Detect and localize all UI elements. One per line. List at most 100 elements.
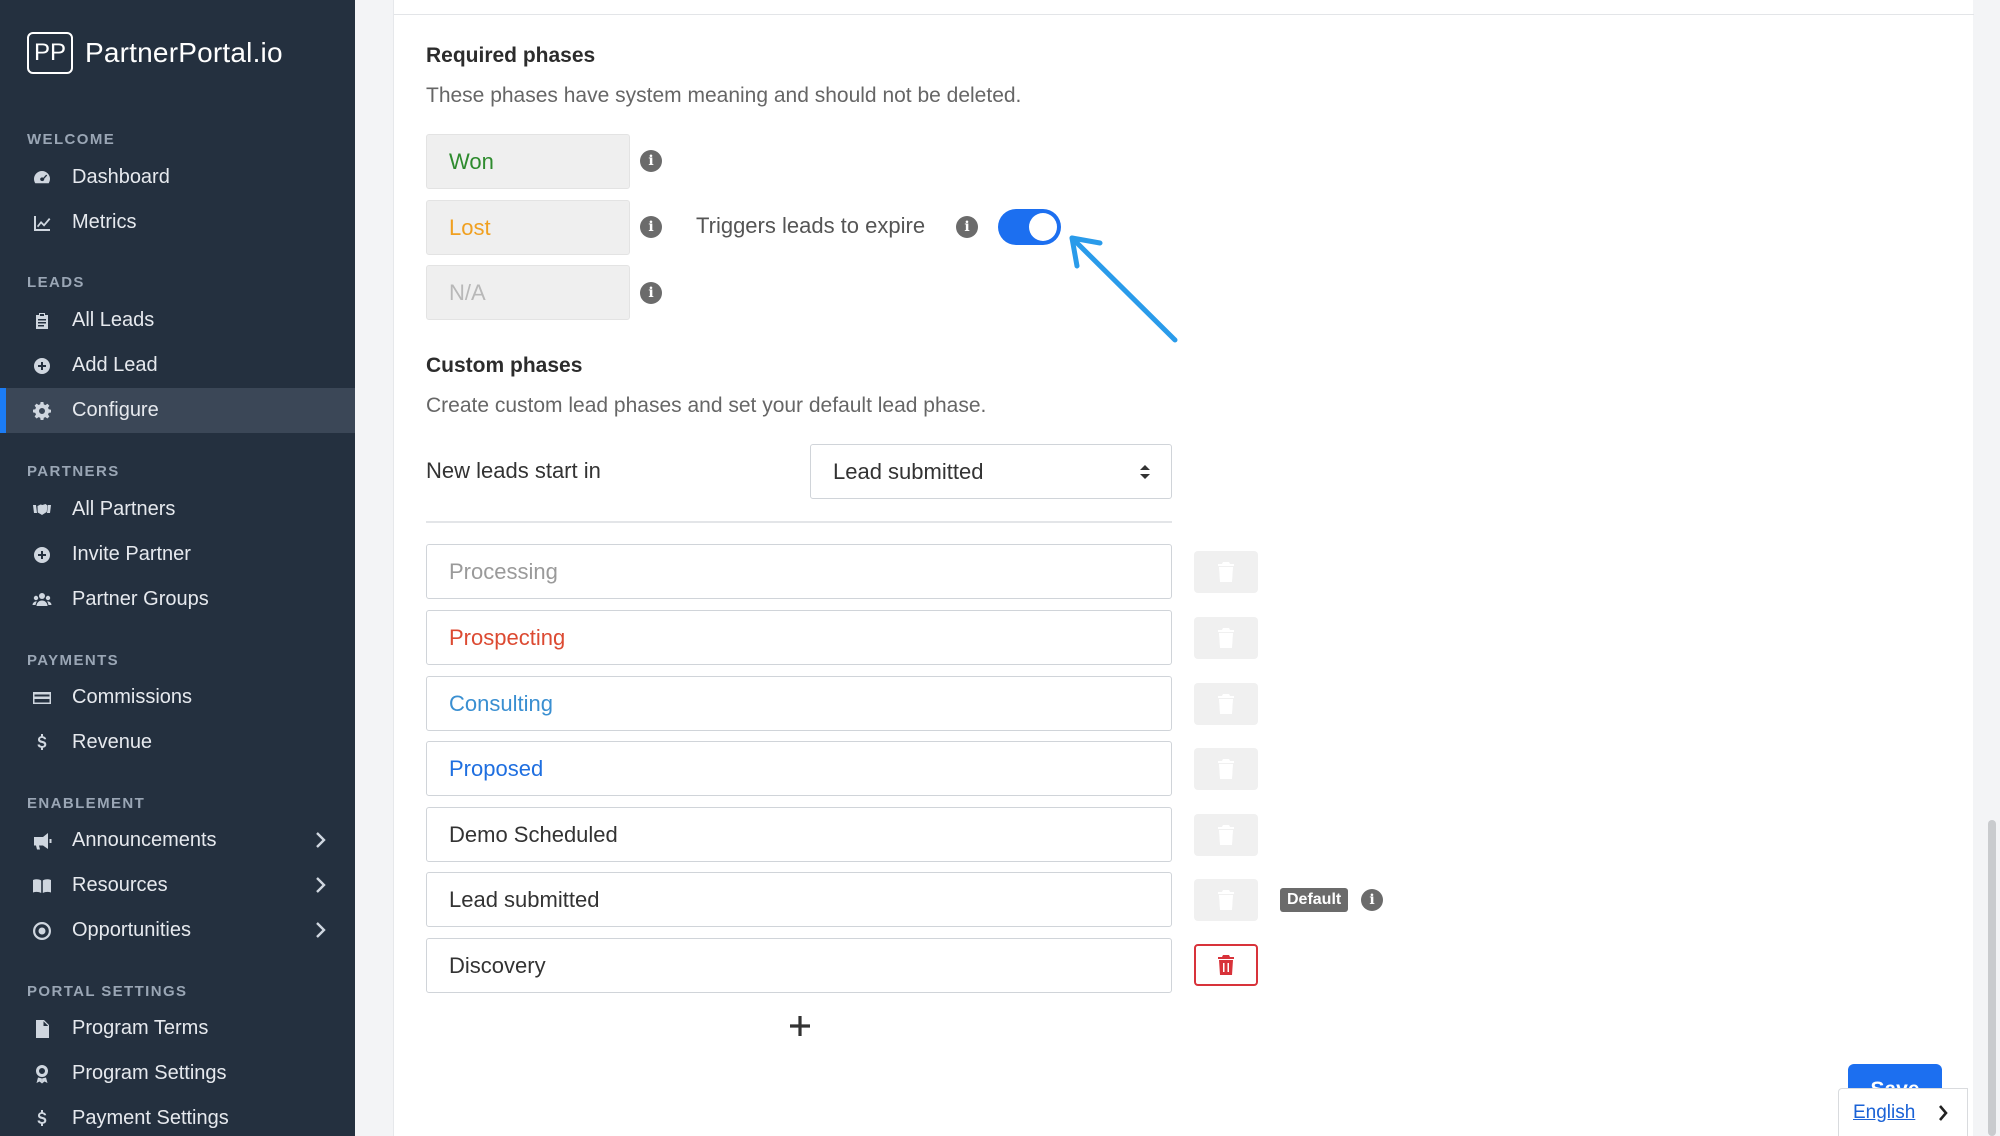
sidebar-item-opportunities[interactable]: Opportunities (0, 908, 355, 953)
annotation-arrow (1069, 235, 1178, 343)
phase-lost: Lost (426, 200, 630, 255)
phase-label: Consulting (449, 690, 553, 716)
info-icon[interactable]: i (640, 216, 662, 238)
delete-button[interactable] (1194, 617, 1258, 659)
delete-button[interactable] (1194, 683, 1258, 725)
brand-logo: PP (27, 32, 73, 74)
sidebar-item-label: Configure (72, 399, 159, 421)
dashboard-icon (30, 168, 54, 188)
select-value: Lead submitted (833, 458, 984, 484)
section-label-enablement: ENABLEMENT (27, 795, 146, 812)
sidebar-item-invite-partner[interactable]: Invite Partner (0, 532, 355, 577)
phase-input[interactable]: Lead submitted (426, 872, 1172, 927)
section-label-welcome: WELCOME (27, 131, 116, 148)
phase-label: Processing (449, 558, 558, 584)
sort-caret-icon (1140, 465, 1150, 479)
target-icon (30, 921, 54, 941)
phase-input[interactable]: Processing (426, 544, 1172, 599)
phase-input[interactable]: Demo Scheduled (426, 807, 1172, 862)
handshake-icon (30, 500, 54, 520)
phase-input[interactable]: Discovery (426, 938, 1172, 993)
sidebar-item-partner-groups[interactable]: Partner Groups (0, 577, 355, 622)
sidebar-item-revenue[interactable]: Revenue (0, 720, 355, 765)
trash-icon (1218, 694, 1234, 714)
sidebar-item-label: Announcements (72, 829, 217, 851)
scrollbar[interactable] (1988, 820, 1996, 1136)
sidebar-item-label: Payment Settings (72, 1107, 229, 1129)
delete-button[interactable] (1194, 551, 1258, 593)
delete-button[interactable] (1194, 814, 1258, 856)
delete-button[interactable] (1194, 944, 1258, 986)
clipboard-icon (30, 311, 54, 331)
phase-label: Lead submitted (449, 886, 600, 912)
sidebar-item-program-settings[interactable]: Program Settings (0, 1051, 355, 1096)
award-icon (30, 1064, 54, 1084)
section-divider (426, 521, 1172, 523)
custom-phases-description: Create custom lead phases and set your d… (426, 394, 987, 417)
info-icon[interactable]: i (640, 282, 662, 304)
language-selector[interactable]: English (1838, 1088, 1968, 1136)
sidebar-item-label: Commissions (72, 686, 193, 708)
trash-icon (1218, 955, 1234, 975)
start-phase-select[interactable]: Lead submitted (810, 444, 1172, 499)
delete-button[interactable] (1194, 748, 1258, 790)
plus-circle-icon (30, 356, 54, 376)
sidebar-item-payment-settings[interactable]: Payment Settings (0, 1096, 355, 1136)
sidebar-item-label: Invite Partner (72, 543, 191, 565)
add-phase-button[interactable] (786, 1012, 814, 1040)
trash-icon (1218, 890, 1234, 910)
plus-icon (790, 1016, 810, 1036)
phase-won: Won (426, 134, 630, 189)
brand[interactable]: PP PartnerPortal.io (27, 32, 283, 74)
section-label-payments: PAYMENTS (27, 652, 120, 669)
section-label-partners: PARTNERS (27, 463, 120, 480)
sidebar-item-label: Opportunities (72, 919, 191, 941)
info-icon[interactable]: i (956, 216, 978, 238)
sidebar-item-label: Dashboard (72, 166, 170, 188)
phase-na: N/A (426, 265, 630, 320)
expire-toggle[interactable] (998, 209, 1061, 245)
phase-label: Lost (449, 214, 491, 240)
sidebar-item-label: All Leads (72, 309, 155, 331)
phase-label: Proposed (449, 755, 544, 781)
dollar-icon (30, 733, 54, 753)
chevron-right-icon (312, 920, 328, 940)
sidebar-item-resources[interactable]: Resources (0, 863, 355, 908)
panel-divider (394, 14, 1974, 15)
sidebar-item-label: Add Lead (72, 354, 158, 376)
phase-input[interactable]: Consulting (426, 676, 1172, 731)
phase-input[interactable]: Proposed (426, 741, 1172, 796)
sidebar-item-label: Revenue (72, 731, 153, 753)
trash-icon (1218, 628, 1234, 648)
phase-label: N/A (449, 279, 486, 305)
sidebar-item-add-lead[interactable]: Add Lead (0, 343, 355, 388)
dollar-icon (30, 1109, 54, 1129)
gear-icon (30, 401, 54, 421)
info-icon[interactable]: i (1361, 889, 1383, 911)
phase-input[interactable]: Prospecting (426, 610, 1172, 665)
phase-label: Prospecting (449, 624, 566, 650)
sidebar-item-all-partners[interactable]: All Partners (0, 487, 355, 532)
sidebar-item-announcements[interactable]: Announcements (0, 818, 355, 863)
section-label-leads: LEADS (27, 274, 85, 291)
toggle-label: Triggers leads to expire (696, 213, 926, 238)
default-badge: Default (1280, 888, 1349, 912)
trash-icon (1218, 759, 1234, 779)
sidebar-item-commissions[interactable]: Commissions (0, 675, 355, 720)
sidebar-item-metrics[interactable]: Metrics (0, 200, 355, 245)
sidebar-item-configure[interactable]: Configure (0, 388, 355, 433)
chevron-right-icon (312, 830, 328, 850)
start-phase-label: New leads start in (426, 458, 601, 483)
info-icon[interactable]: i (640, 150, 662, 172)
brand-name: PartnerPortal.io (85, 37, 283, 68)
trash-icon (1218, 825, 1234, 845)
sidebar-item-program-terms[interactable]: Program Terms (0, 1006, 355, 1051)
users-icon (30, 590, 54, 610)
delete-button[interactable] (1194, 879, 1258, 921)
sidebar-item-all-leads[interactable]: All Leads (0, 298, 355, 343)
language-link[interactable]: English (1853, 1102, 1915, 1124)
sidebar-item-label: All Partners (72, 498, 176, 520)
sidebar-item-dashboard[interactable]: Dashboard (0, 155, 355, 200)
phase-label: Discovery (449, 952, 546, 978)
chart-icon (30, 213, 54, 233)
